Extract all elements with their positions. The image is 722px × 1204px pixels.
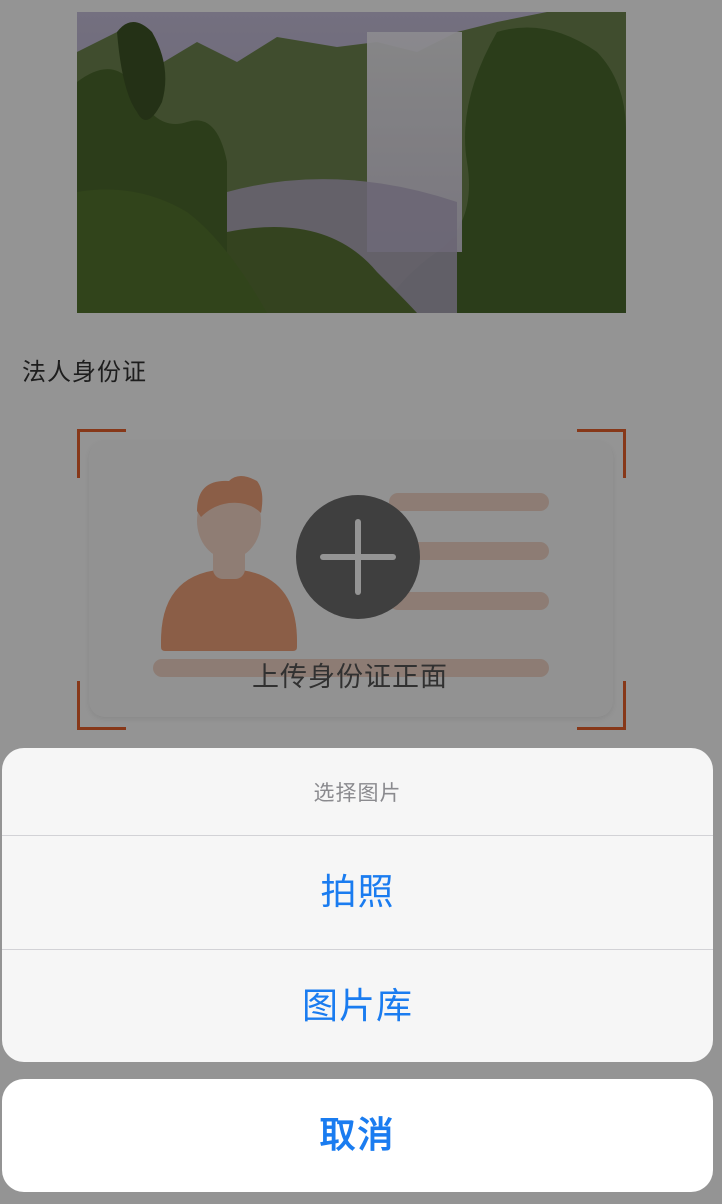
cancel-button[interactable]: 取消	[2, 1079, 713, 1192]
photo-library-button[interactable]: 图片库	[2, 949, 713, 1062]
action-sheet-title: 选择图片	[2, 748, 713, 836]
action-sheet: 选择图片 拍照 图片库	[2, 748, 713, 1062]
take-photo-button[interactable]: 拍照	[2, 836, 713, 949]
